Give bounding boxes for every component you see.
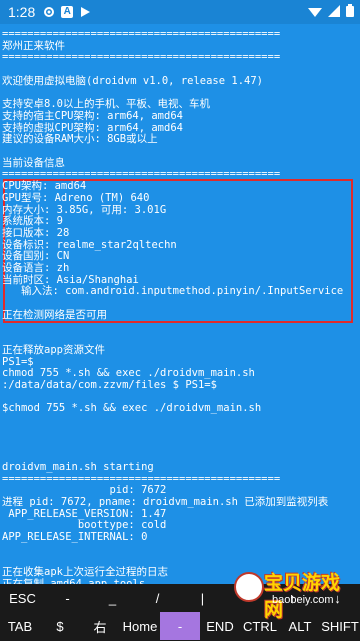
status-time: 1:28 — [8, 4, 36, 20]
settings-gear-icon — [43, 6, 55, 18]
key-button[interactable]: 右 — [80, 612, 120, 640]
key-button[interactable]: END — [200, 612, 240, 640]
watermark-url: baobeiy.com — [272, 594, 334, 606]
battery-icon — [346, 4, 354, 20]
app-a-icon: A — [61, 6, 74, 18]
key-button[interactable]: / — [135, 584, 180, 612]
key-button[interactable]: - — [160, 612, 200, 640]
terminal-line: APP_RELEASE_INTERNAL: 0 — [2, 531, 148, 544]
key-button[interactable]: | — [180, 584, 225, 612]
watermark-logo-icon — [234, 572, 264, 602]
wifi-icon — [308, 4, 322, 20]
watermark: 宝贝游戏网 baobeiy.com — [230, 568, 358, 621]
key-button[interactable]: ESC — [0, 584, 45, 612]
key-button[interactable]: - — [45, 584, 90, 612]
play-store-icon — [79, 6, 91, 18]
key-button[interactable]: _ — [90, 584, 135, 612]
terminal-line: ========================================… — [2, 51, 281, 64]
terminal-line: 建议的设备RAM大小: 8GB或以上 — [2, 133, 158, 146]
key-button[interactable]: $ — [40, 612, 80, 640]
terminal-output[interactable]: ========================================… — [0, 24, 360, 584]
terminal-line: $chmod 755 *.sh && exec ./droidvm_main.s… — [2, 402, 262, 415]
key-button[interactable]: TAB — [0, 612, 40, 640]
status-bar: 1:28 A — [0, 0, 360, 24]
key-button[interactable]: Home — [120, 612, 160, 640]
terminal-line: :/data/data/com.zzvm/files $ PS1=$ — [2, 379, 217, 391]
terminal-line: 欢迎使用虚拟电脑(droidvm v1.0, release 1.47) — [2, 74, 264, 87]
signal-icon — [328, 4, 340, 20]
terminal-line: 输入法: com.android.inputmethod.pinyin/.Inp… — [2, 285, 344, 298]
terminal-line: 正在检测网络是否可用 — [2, 308, 107, 321]
